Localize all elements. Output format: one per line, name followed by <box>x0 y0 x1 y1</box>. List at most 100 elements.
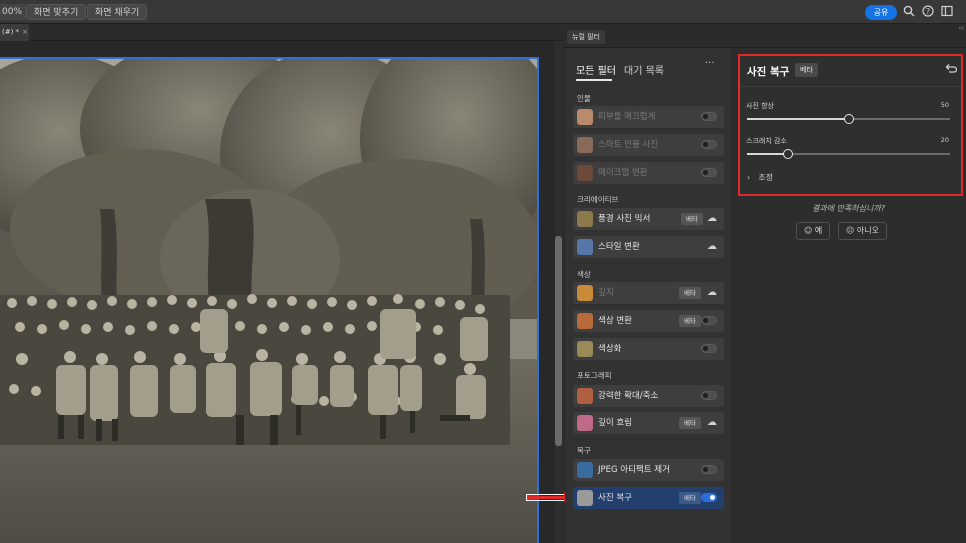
panel-collapse-icon[interactable]: ‹‹ <box>958 24 964 32</box>
document-tab[interactable]: (#) * × <box>0 24 29 41</box>
filter-label: 사진 복구 <box>598 493 632 503</box>
feedback-yes-button[interactable]: ☺ 예 <box>796 222 831 240</box>
document-tab-label: (#) * <box>2 28 20 36</box>
filter-row-depth-blur[interactable]: 깊이 흐림 베타 ☁ <box>573 412 724 434</box>
panel-tab-bar: 뉴럴 필터 ‹‹ <box>563 24 966 48</box>
filter-thumbnail <box>577 137 593 153</box>
workspace-icon[interactable] <box>940 5 954 19</box>
filter-row-super-zoom[interactable]: 강력한 확대/축소 <box>573 385 724 407</box>
feedback-no-button[interactable]: ☹ 아니오 <box>838 222 887 240</box>
canvas-scrollbar-thumb[interactable] <box>555 236 562 446</box>
photo-image[interactable] <box>0 57 539 543</box>
settings-title: 사진 복구 <box>747 66 790 78</box>
beta-badge: 베타 <box>679 287 701 299</box>
filter-toggle[interactable] <box>701 391 717 400</box>
filter-row-smart-portrait[interactable]: 스마트 인물 사진 <box>573 134 724 156</box>
svg-text:?: ? <box>926 7 930 16</box>
filter-thumbnail <box>577 211 593 227</box>
cloud-download-icon[interactable]: ☁ <box>707 212 717 225</box>
filter-label: 피부를 매끄럽게 <box>598 112 656 122</box>
canvas-area[interactable] <box>0 41 555 543</box>
filter-toggle[interactable] <box>701 344 717 353</box>
category-photography: 포토그래피 <box>577 371 612 380</box>
share-button[interactable]: 공유 <box>865 5 897 20</box>
adjustments-label: 조정 <box>758 173 773 182</box>
adjustments-expander[interactable]: › 조정 <box>747 172 773 183</box>
tab-wait-list[interactable]: 대기 목록 <box>624 62 664 77</box>
filter-thumbnail <box>577 239 593 255</box>
close-icon[interactable]: × <box>22 28 28 36</box>
feedback-no-label: 아니오 <box>856 226 879 235</box>
slider-value: 50 <box>940 101 949 109</box>
cloud-download-icon[interactable]: ☁ <box>707 240 717 253</box>
slider-label: 사진 향상 <box>746 102 774 110</box>
filter-toggle[interactable] <box>701 465 717 474</box>
filter-row-style-transfer[interactable]: 스타일 변환 ☁ <box>573 236 724 258</box>
tab-neural-filters[interactable]: 뉴럴 필터 <box>567 30 605 44</box>
filter-toggle[interactable] <box>701 493 717 502</box>
filter-row-jpeg-artifacts-removal[interactable]: JPEG 아티팩트 제거 <box>573 459 724 481</box>
fit-screen-button[interactable]: 화면 맞추기 <box>26 4 87 20</box>
annotation-arrow <box>527 496 567 499</box>
options-bar: 00% 화면 맞추기 화면 채우기 공유 ? <box>0 0 966 24</box>
beta-badge: 베타 <box>679 492 701 504</box>
cloud-download-icon[interactable]: ☁ <box>707 416 717 429</box>
filter-toggle[interactable] <box>701 316 717 325</box>
filter-toggle[interactable] <box>701 168 717 177</box>
slider-thumb[interactable] <box>782 149 793 159</box>
filter-label: 강력한 확대/축소 <box>598 391 659 401</box>
photo-restoration-settings: 사진 복구 베타 사진 향상 50 스크래치 감소 20 › 조정 <box>738 54 963 196</box>
category-portrait: 인물 <box>577 94 591 103</box>
filter-label: 스마트 인물 사진 <box>598 140 659 150</box>
frown-icon: ☹ <box>846 226 855 235</box>
slider-fill <box>747 153 788 155</box>
filter-list-panel: 모든 필터 대기 목록 ··· 인물 피부를 매끄럽게 스마트 인물 사진 메이… <box>565 48 731 543</box>
feedback-question: 결과에 만족하십니까? <box>811 204 886 213</box>
filter-toggle[interactable] <box>701 140 717 149</box>
filter-thumbnail <box>577 388 593 404</box>
filter-row-photo-restoration[interactable]: 사진 복구 베타 <box>573 487 724 509</box>
filter-row-skin-smoothing[interactable]: 피부를 매끄럽게 <box>573 106 724 128</box>
chevron-right-icon: › <box>747 173 751 182</box>
filter-thumbnail <box>577 313 593 329</box>
slider-fill <box>747 118 849 120</box>
filter-label: 색상 변환 <box>598 316 632 326</box>
feedback-yes-label: 예 <box>814 226 823 235</box>
smile-icon: ☺ <box>804 226 813 235</box>
filter-row-makeup-transfer[interactable]: 메이크업 변환 <box>573 162 724 184</box>
slider-label: 스크래치 감소 <box>746 137 787 145</box>
category-color: 색상 <box>577 270 591 279</box>
scratch-reduction-slider[interactable] <box>747 149 950 159</box>
reset-icon[interactable] <box>945 62 958 77</box>
filter-label: 깊이 흐림 <box>598 418 632 428</box>
filter-thumbnail <box>577 165 593 181</box>
filter-thumbnail <box>577 490 593 506</box>
filter-label: 풍경 사진 믹서 <box>598 214 651 224</box>
filter-row-colorize[interactable]: 색상화 <box>573 338 724 360</box>
document-tab-bar: (#) * × <box>0 24 563 41</box>
cloud-download-icon[interactable]: ☁ <box>707 286 717 299</box>
tab-all-filters[interactable]: 모든 필터 <box>576 62 616 77</box>
category-creative: 크리에이티브 <box>577 195 619 204</box>
filter-thumbnail <box>577 109 593 125</box>
beta-badge: 베타 <box>679 315 701 327</box>
filter-thumbnail <box>577 462 593 478</box>
help-icon[interactable]: ? <box>921 5 935 19</box>
filter-row-landscape-mixer[interactable]: 풍경 사진 믹서 베타 ☁ <box>573 208 724 230</box>
filter-row-color-transfer[interactable]: 색상 변환 베타 <box>573 310 724 332</box>
photoshop-window: 00% 화면 맞추기 화면 채우기 공유 ? (#) * × 뉴럴 필터 ‹‹ … <box>0 0 966 543</box>
filter-row-harmonization[interactable]: 깊지 베타 ☁ <box>573 282 724 304</box>
filter-label: JPEG 아티팩트 제거 <box>598 465 670 475</box>
active-tab-indicator <box>576 79 612 81</box>
slider-thumb[interactable] <box>843 114 854 124</box>
zoom-level[interactable]: 00% <box>0 4 27 20</box>
filter-label: 메이크업 변환 <box>598 168 648 178</box>
more-options-icon[interactable]: ··· <box>705 58 715 69</box>
filter-label: 색상화 <box>598 344 622 354</box>
photo-enhance-slider[interactable] <box>747 114 950 124</box>
beta-badge: 베타 <box>679 417 701 429</box>
search-icon[interactable] <box>902 5 916 19</box>
fill-screen-button[interactable]: 화면 채우기 <box>87 4 148 20</box>
filter-thumbnail <box>577 285 593 301</box>
filter-toggle[interactable] <box>701 112 717 121</box>
